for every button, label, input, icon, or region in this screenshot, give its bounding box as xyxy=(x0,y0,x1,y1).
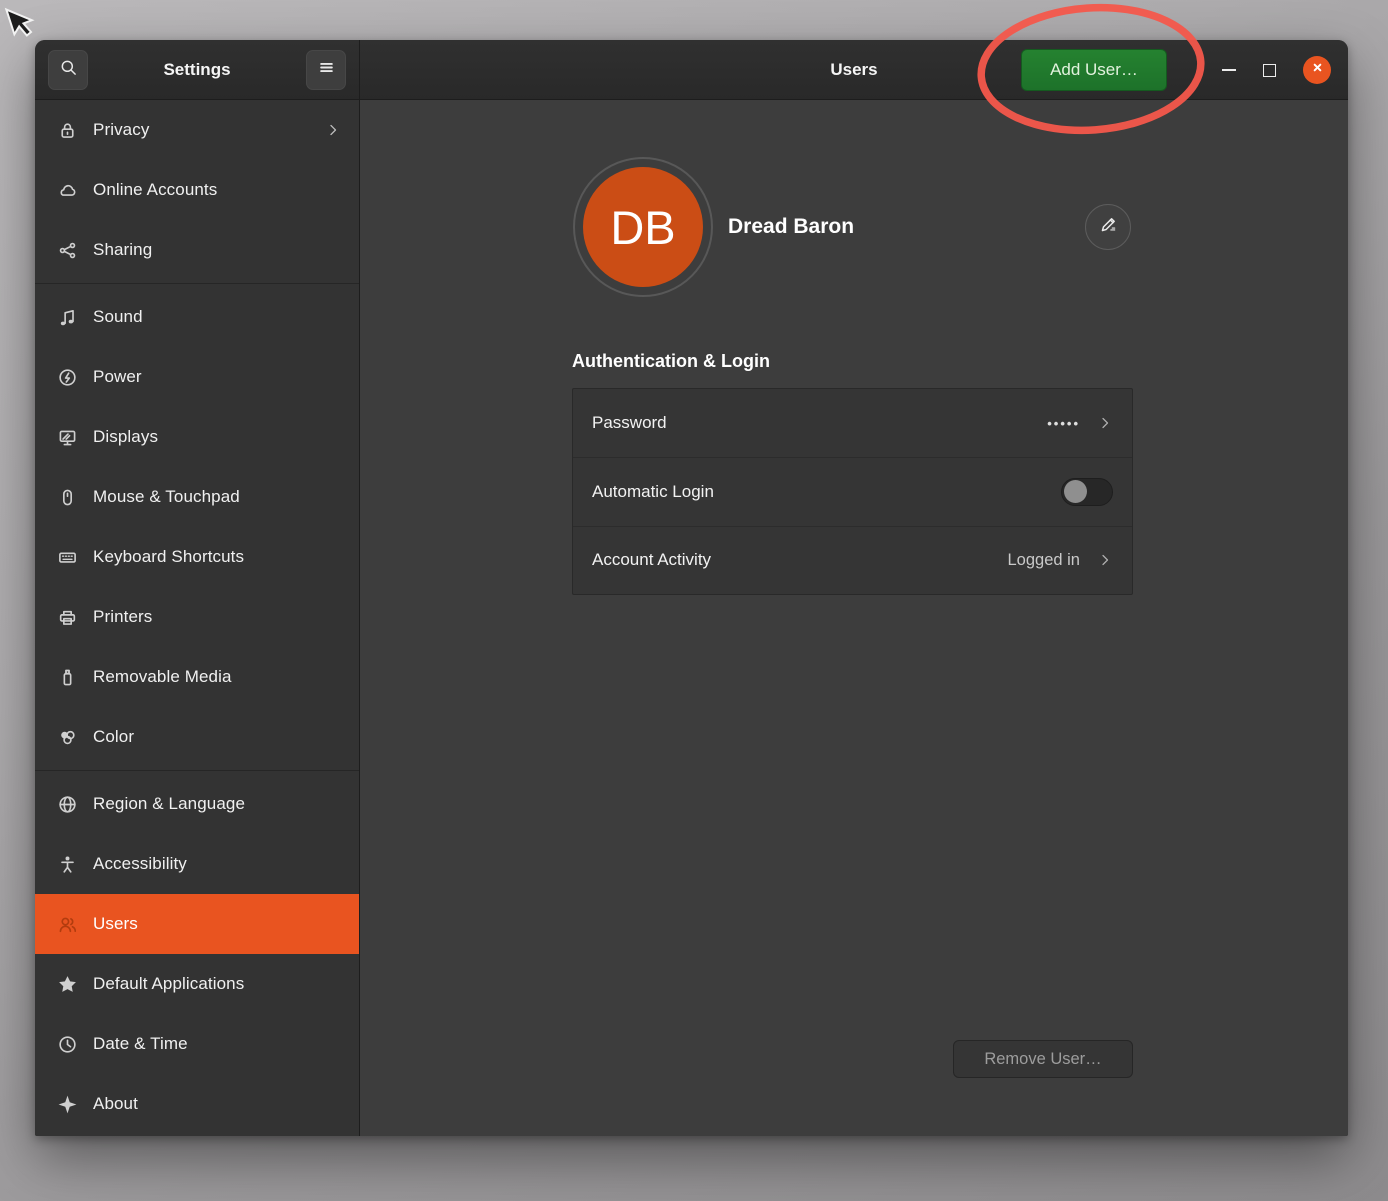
usb-icon xyxy=(56,666,78,688)
avatar-initials: DB xyxy=(583,167,703,287)
sidebar-item-about[interactable]: About xyxy=(35,1074,359,1134)
sidebar-item-label: Sound xyxy=(93,307,143,327)
mouse-cursor-icon xyxy=(2,4,36,48)
sidebar-item-power[interactable]: Power xyxy=(35,347,359,407)
share-icon xyxy=(56,239,78,261)
add-user-button[interactable]: Add User… xyxy=(1021,49,1167,91)
settings-window: Settings Users Add User… PrivacyOn xyxy=(35,40,1348,1136)
edit-name-button[interactable] xyxy=(1085,204,1131,250)
row-end: Logged in xyxy=(1008,551,1114,570)
sidebar-item-sound[interactable]: Sound xyxy=(35,287,359,347)
sidebar-separator xyxy=(35,283,359,284)
sidebar-item-label: Removable Media xyxy=(93,667,232,687)
sidebar-item-label: Keyboard Shortcuts xyxy=(93,547,244,567)
section-title: Authentication & Login xyxy=(572,351,770,372)
cloud-icon xyxy=(56,179,78,201)
automatic-login-toggle[interactable] xyxy=(1061,478,1113,506)
sidebar-item-label: Online Accounts xyxy=(93,180,217,200)
sidebar-item-label: Sharing xyxy=(93,240,152,260)
sidebar-item-label: Region & Language xyxy=(93,794,245,814)
mouse-icon xyxy=(56,486,78,508)
power-icon xyxy=(56,366,78,388)
displays-icon xyxy=(56,426,78,448)
sidebar-item-label: Users xyxy=(93,914,138,934)
auth-rows: Password ••••• Automatic Login Account Acti… xyxy=(573,389,1132,594)
menu-button[interactable] xyxy=(306,50,346,90)
close-button[interactable] xyxy=(1303,56,1331,84)
sidebar-item-label: Power xyxy=(93,367,142,387)
sidebar-item-label: Default Applications xyxy=(93,974,244,994)
window-controls xyxy=(1222,40,1331,100)
chevron-right-icon xyxy=(325,122,341,138)
sidebar-item-label: Date & Time xyxy=(93,1034,188,1054)
hamburger-icon xyxy=(317,58,336,82)
auth-row-password[interactable]: Password ••••• xyxy=(573,389,1132,457)
sidebar-item-mouse-touchpad[interactable]: Mouse & Touchpad xyxy=(35,467,359,527)
row-label: Password xyxy=(592,413,667,433)
lock-icon xyxy=(56,119,78,141)
row-end: ••••• xyxy=(1047,415,1113,431)
sidebar-item-region-language[interactable]: Region & Language xyxy=(35,774,359,834)
keyboard-icon xyxy=(56,546,78,568)
remove-user-button[interactable]: Remove User… xyxy=(953,1040,1133,1078)
sparkle-icon xyxy=(56,1093,78,1115)
sidebar-item-displays[interactable]: Displays xyxy=(35,407,359,467)
sidebar-item-online-accounts[interactable]: Online Accounts xyxy=(35,160,359,220)
globe-icon xyxy=(56,793,78,815)
auth-login-card: Password ••••• Automatic Login Account Acti… xyxy=(572,388,1133,595)
row-label: Automatic Login xyxy=(592,482,714,502)
search-button[interactable] xyxy=(48,50,88,90)
user-full-name: Dread Baron xyxy=(728,215,854,239)
sidebar-item-users[interactable]: Users xyxy=(35,894,359,954)
sidebar-item-sharing[interactable]: Sharing xyxy=(35,220,359,280)
sidebar-item-privacy[interactable]: Privacy xyxy=(35,100,359,160)
sidebar-header: Settings xyxy=(35,40,360,100)
sidebar-list: Privacy Online Accounts Sharing Sound Power D… xyxy=(35,100,359,1134)
sidebar: Privacy Online Accounts Sharing Sound Power D… xyxy=(35,100,360,1136)
sidebar-item-printers[interactable]: Printers xyxy=(35,587,359,647)
close-icon xyxy=(1311,61,1324,79)
avatar[interactable]: DB xyxy=(573,157,713,297)
maximize-icon[interactable] xyxy=(1263,64,1276,77)
accessibility-icon xyxy=(56,853,78,875)
sidebar-item-color[interactable]: Color xyxy=(35,707,359,767)
page-title: Users xyxy=(830,60,877,80)
printer-icon xyxy=(56,606,78,628)
sidebar-separator xyxy=(35,770,359,771)
sound-icon xyxy=(56,306,78,328)
row-end xyxy=(1061,478,1113,506)
sidebar-item-label: Printers xyxy=(93,607,152,627)
star-icon xyxy=(56,973,78,995)
users-panel: DB Dread Baron Authentication & Login Pa… xyxy=(361,100,1348,1136)
sidebar-item-label: Mouse & Touchpad xyxy=(93,487,240,507)
pencil-icon xyxy=(1099,215,1118,239)
color-icon xyxy=(56,726,78,748)
row-value: Logged in xyxy=(1008,551,1081,570)
sidebar-item-label: Privacy xyxy=(93,120,149,140)
row-value: ••••• xyxy=(1047,416,1080,431)
sidebar-item-removable-media[interactable]: Removable Media xyxy=(35,647,359,707)
clock-icon xyxy=(56,1033,78,1055)
sidebar-item-label: About xyxy=(93,1094,138,1114)
toggle-knob xyxy=(1064,480,1087,503)
sidebar-item-label: Color xyxy=(93,727,134,747)
chevron-right-icon xyxy=(1097,415,1113,431)
users-icon xyxy=(56,913,78,935)
sidebar-item-keyboard-shortcuts[interactable]: Keyboard Shortcuts xyxy=(35,527,359,587)
row-label: Account Activity xyxy=(592,550,711,570)
content-header: Users Add User… xyxy=(360,40,1348,100)
search-icon xyxy=(59,58,78,82)
chevron-right-icon xyxy=(1097,552,1113,568)
minimize-icon[interactable] xyxy=(1222,69,1236,71)
sidebar-item-label: Accessibility xyxy=(93,854,187,874)
sidebar-item-date-time[interactable]: Date & Time xyxy=(35,1014,359,1074)
titlebar: Settings Users Add User… xyxy=(35,40,1348,100)
auth-row-automatic-login[interactable]: Automatic Login xyxy=(573,457,1132,525)
sidebar-item-label: Displays xyxy=(93,427,158,447)
sidebar-item-default-applications[interactable]: Default Applications xyxy=(35,954,359,1014)
auth-row-account-activity[interactable]: Account Activity Logged in xyxy=(573,526,1132,594)
window-title: Settings xyxy=(163,60,230,80)
sidebar-item-accessibility[interactable]: Accessibility xyxy=(35,834,359,894)
